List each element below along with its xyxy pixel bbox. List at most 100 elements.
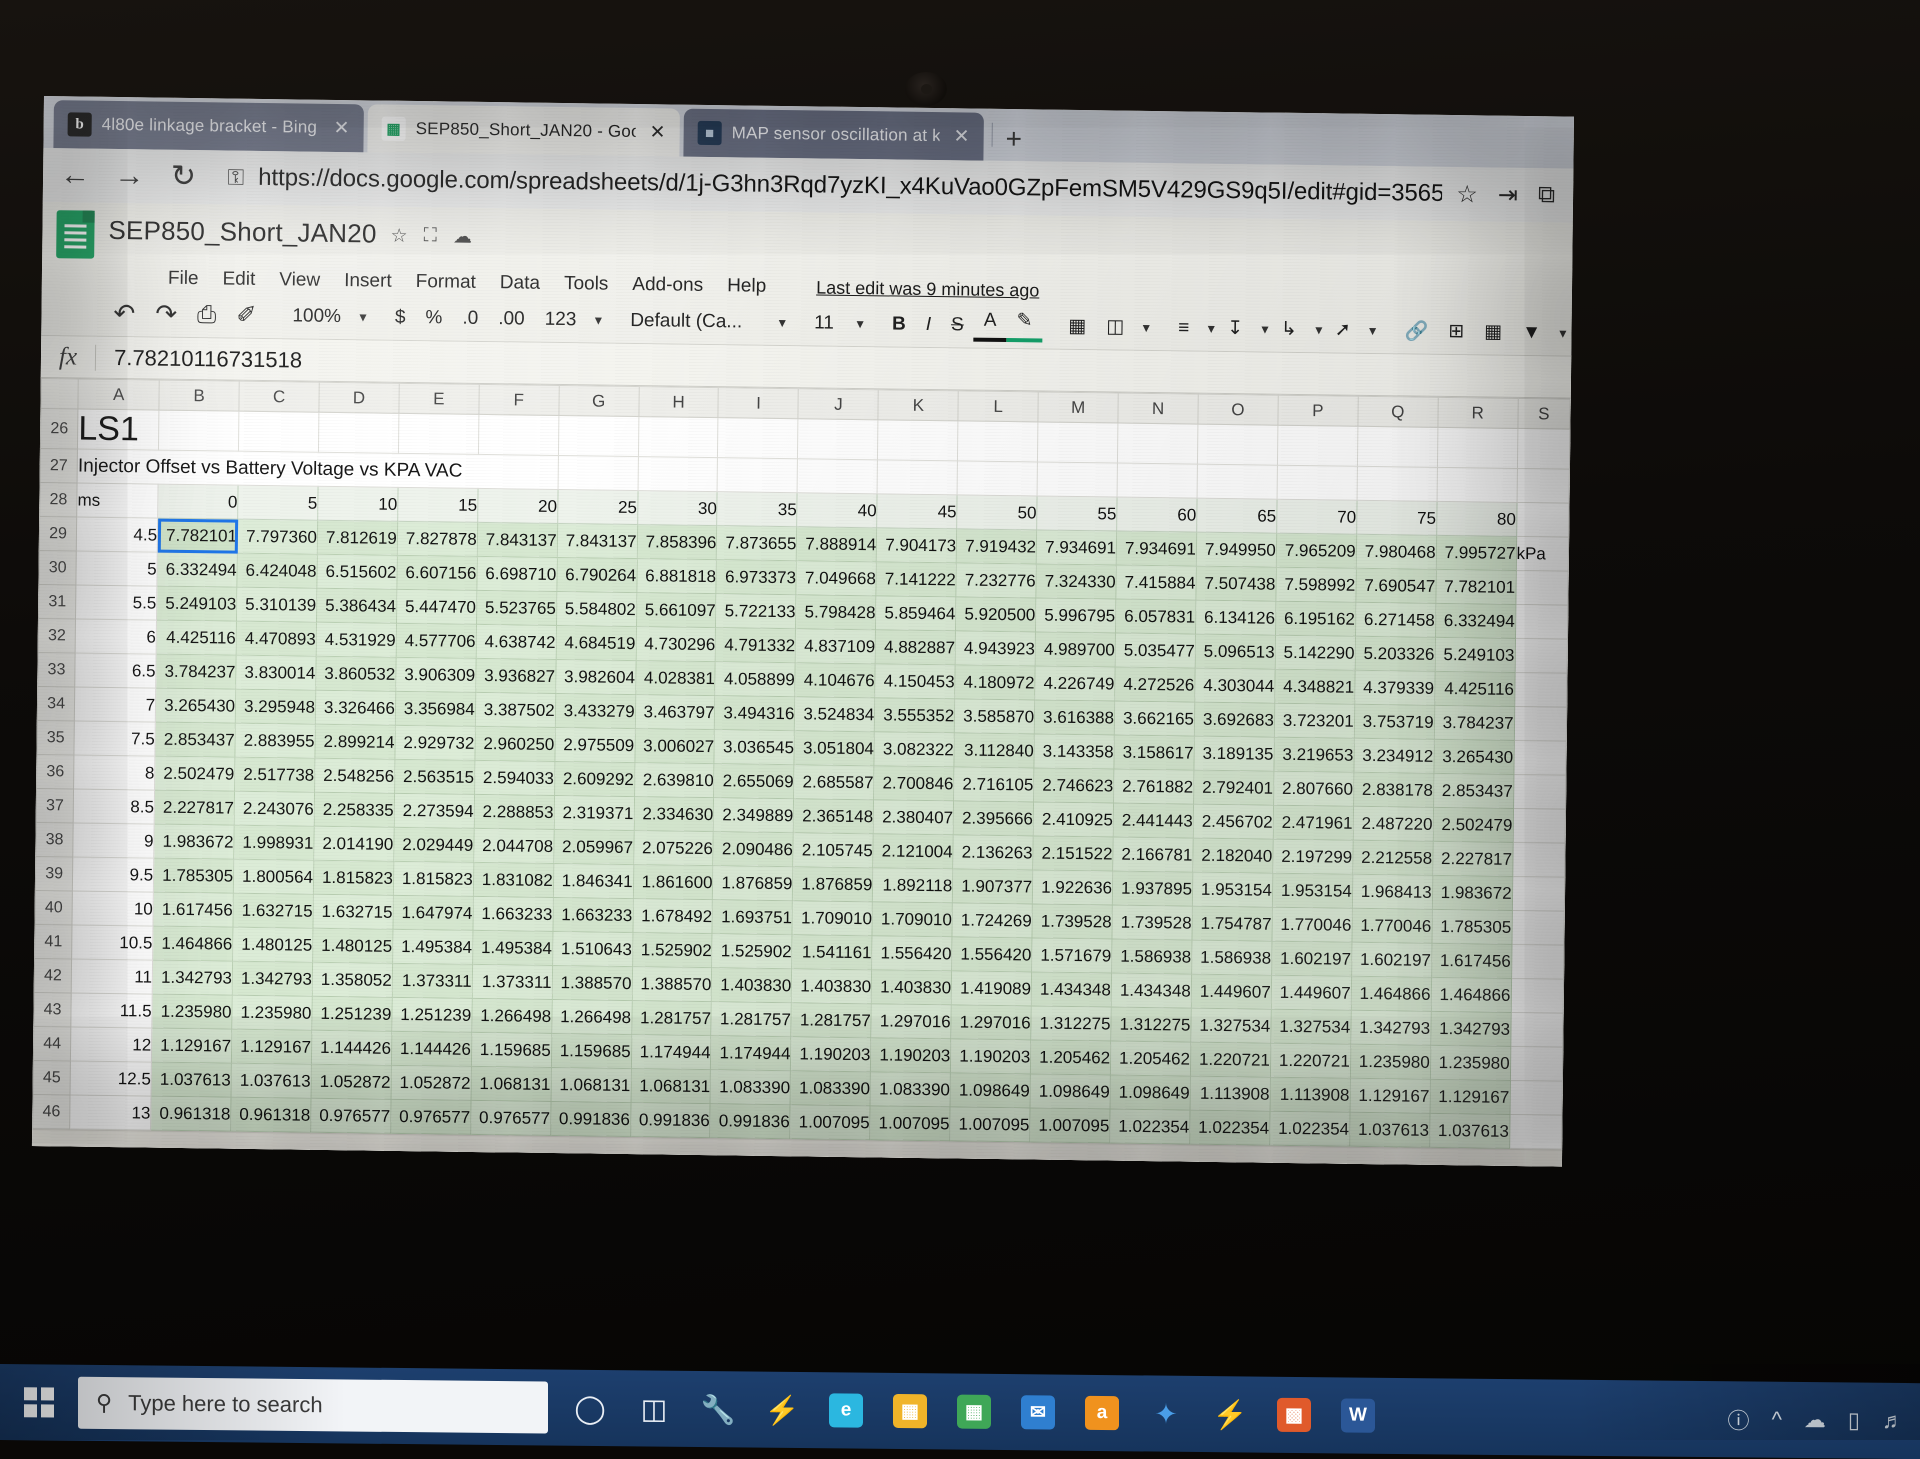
cell-data[interactable]: 2.807660 [1273,771,1353,806]
cell-data[interactable]: 2.639810 [634,763,714,798]
cell-data[interactable]: 1.037613 [231,1063,311,1098]
grid-cell[interactable] [877,460,957,495]
dropbox-icon[interactable]: ✦ [1134,1375,1198,1452]
cell-data[interactable]: 1.892118 [873,868,953,903]
chevron-down-icon[interactable]: ▼ [357,310,369,324]
insert-chart-icon[interactable]: ▦ [1474,320,1512,344]
cell-data[interactable]: 1.434348 [1031,972,1111,1007]
cell-data[interactable]: 0.961318 [231,1097,311,1132]
cell-ms-value[interactable]: 10.5 [72,925,153,960]
cell-data[interactable]: 3.906309 [396,657,476,692]
italic-button[interactable]: I [916,313,942,335]
redo-icon[interactable]: ↷ [145,298,187,330]
cell-data[interactable]: 7.598992 [1276,567,1356,602]
cell-kpa-header[interactable]: 15 [398,487,478,522]
cell-data[interactable]: 1.983672 [1432,875,1512,910]
cell-data[interactable]: 1.312275 [1111,1007,1191,1042]
cell-ms-value[interactable]: 11.5 [71,993,152,1028]
cell-kpa-header[interactable]: 0 [158,484,238,519]
grid-cell[interactable] [797,459,877,494]
cell-data[interactable]: 1.129167 [152,1028,232,1063]
cell-data[interactable]: 3.265430 [1434,739,1514,774]
column-header-Q[interactable]: Q [1358,396,1438,427]
cell-data[interactable]: 1.373311 [392,963,472,998]
chevron-down-icon[interactable]: ▼ [854,316,866,330]
column-header-A[interactable]: A [78,379,159,410]
cell-ms-value[interactable]: 9 [73,823,154,858]
cell-data[interactable]: 1.586938 [1112,939,1192,974]
cell-data[interactable]: 1.083390 [711,1070,791,1105]
cell-data[interactable]: 4.272526 [1115,667,1195,702]
cell-data[interactable]: 1.480125 [233,927,313,962]
cell-data[interactable]: 2.410925 [1033,802,1113,837]
cell-data[interactable]: 3.723201 [1274,703,1354,738]
cell-data[interactable]: 2.700846 [874,766,954,801]
word-icon[interactable]: W [1326,1377,1390,1454]
cell-data[interactable]: 2.227817 [1432,841,1512,876]
cell-data[interactable]: 2.563515 [394,759,474,794]
increase-decimal-button[interactable]: .00 [488,308,535,331]
cell-data[interactable]: 3.326466 [315,690,395,725]
cell-data[interactable]: 1.007095 [790,1105,870,1140]
cell-data[interactable]: 2.975509 [555,727,635,762]
cell-data[interactable]: 1.312275 [1031,1006,1111,1041]
menu-format[interactable]: Format [416,271,476,294]
cell-data[interactable]: 2.471961 [1273,805,1353,840]
cell-data[interactable]: 2.899214 [315,724,395,759]
cell-data[interactable]: 4.104676 [795,663,875,698]
cell-data[interactable]: 7.049668 [796,561,876,596]
decrease-decimal-button[interactable]: .0 [452,307,488,329]
cell-data[interactable]: 1.495384 [472,930,552,965]
row-header-41[interactable]: 41 [35,925,73,960]
grid-cell[interactable] [558,415,638,456]
cell-data[interactable]: 5.249103 [157,586,237,621]
cell-data[interactable]: 5.203326 [1355,636,1435,671]
cell-data[interactable]: 2.365148 [794,799,874,834]
cell-kpa-header[interactable]: 60 [1117,497,1197,532]
chevron-down-icon[interactable]: ▼ [1313,323,1325,337]
cell-data[interactable]: 1.770046 [1272,907,1352,942]
star-icon[interactable]: ☆ [390,225,407,248]
grid-corner-selector[interactable] [41,379,79,410]
cell-data[interactable]: 1.098649 [1030,1074,1110,1109]
cell-data[interactable]: 2.273594 [394,793,474,828]
cell-data[interactable]: 1.556420 [872,936,952,971]
cell-data[interactable]: 3.463797 [635,695,715,730]
cell-data[interactable]: 2.502479 [1433,807,1513,842]
cell-data[interactable]: 2.227817 [154,790,234,825]
cell-data[interactable]: 4.226749 [1035,666,1115,701]
row-header-30[interactable]: 30 [39,551,77,586]
cell-kpa-header[interactable]: 10 [318,486,398,521]
cell-data[interactable]: 1.190203 [791,1037,871,1072]
cell-data[interactable]: 1.647974 [393,895,473,930]
cell-data[interactable]: 1.342793 [232,961,312,996]
cell-data[interactable]: 1.541161 [792,935,872,970]
column-header-E[interactable]: E [399,383,479,414]
cell-ms-value[interactable]: 9.5 [73,857,154,892]
cell-data[interactable]: 2.258335 [314,792,394,827]
cell-data[interactable]: 3.784237 [1434,705,1514,740]
cell-data[interactable]: 1.235980 [152,994,232,1029]
row-header-37[interactable]: 37 [36,789,74,824]
cell-data[interactable]: 1.190203 [951,1039,1031,1074]
cell-data[interactable]: 1.983672 [154,824,234,859]
cell-data[interactable]: 1.022354 [1190,1110,1270,1145]
cell-data[interactable]: 3.189135 [1194,736,1274,771]
cell-data[interactable]: 4.348821 [1275,669,1355,704]
cell-data[interactable]: 2.044708 [474,828,554,863]
cell-kpa-header[interactable]: 25 [557,489,637,524]
cell-data[interactable]: 7.782101 [157,518,237,553]
cell-data[interactable]: 2.838178 [1353,772,1433,807]
cell-data[interactable]: 2.334630 [634,797,714,832]
cell-data[interactable]: 1.373311 [472,964,552,999]
print-icon[interactable]: ⎙ [187,300,227,329]
cell-data[interactable]: 1.266498 [551,999,631,1034]
cell-data[interactable]: 1.602197 [1271,941,1351,976]
cell-data[interactable]: 1.937895 [1112,871,1192,906]
chevron-down-icon[interactable]: ▼ [1259,322,1271,336]
cell-ms-value[interactable]: 7.5 [74,721,155,756]
cell-data[interactable]: 2.014190 [314,826,394,861]
cell-data[interactable]: 1.709010 [872,902,952,937]
column-header-L[interactable]: L [958,391,1038,422]
cell-data[interactable]: 1.037613 [151,1062,231,1097]
